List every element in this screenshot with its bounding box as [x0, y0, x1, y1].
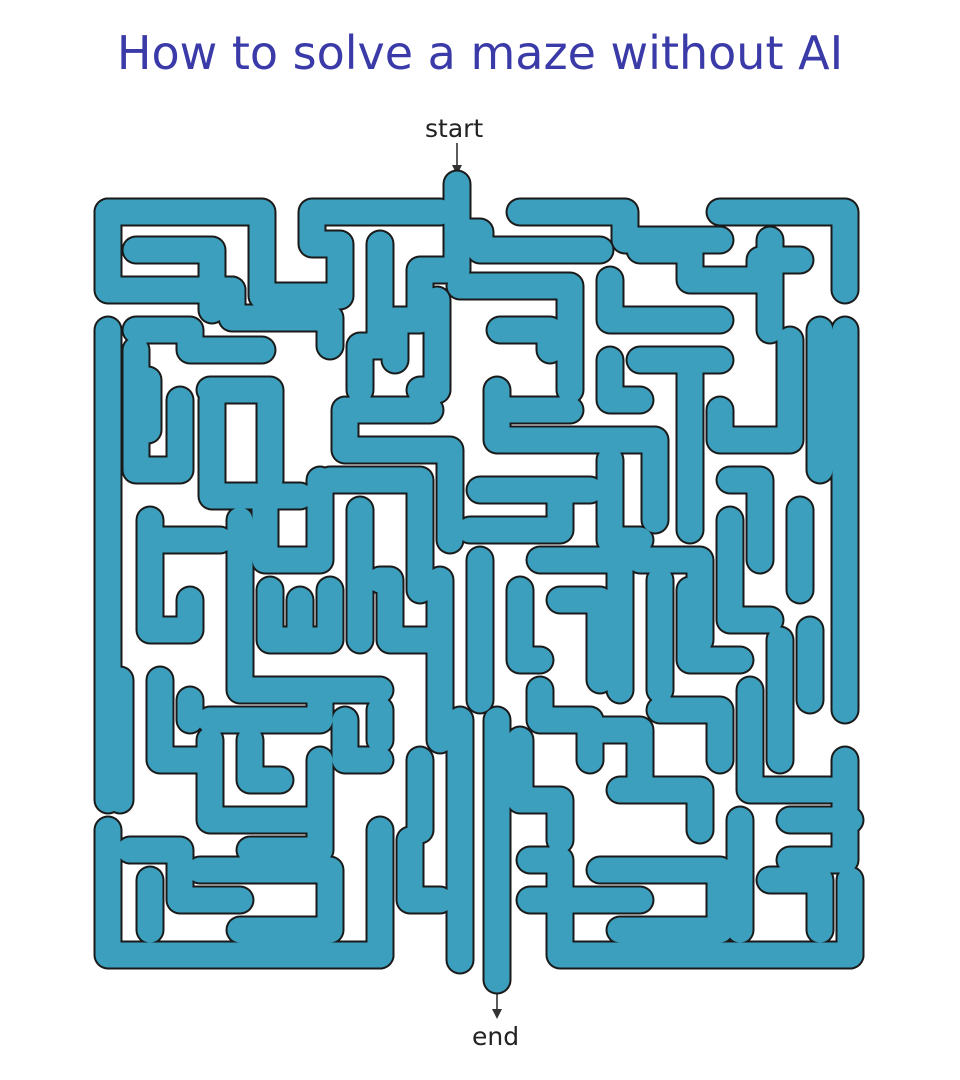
- maze-corridor-segment: [397, 827, 453, 913]
- maze-corridor-segment: [547, 587, 613, 693]
- maze-corridor-segment: [647, 697, 733, 773]
- maze-corridor-segment: [607, 777, 713, 843]
- maze-board: [93, 143, 865, 1019]
- maze-corridor-segment: [347, 231, 393, 403]
- maze-corridors: [95, 171, 863, 993]
- maze-corridor-segment: [507, 727, 573, 853]
- maze-corridor-segment: [597, 447, 653, 553]
- maze-corridor-segment: [123, 317, 275, 363]
- maze-corridor-segment: [237, 727, 293, 793]
- maze-end-label: end: [472, 1022, 520, 1051]
- maze-corridor-segment: [527, 677, 603, 773]
- maze-corridor-segment: [757, 867, 833, 943]
- maze-corridor-segment: [487, 317, 563, 363]
- maze-corridor-segment: [507, 577, 553, 673]
